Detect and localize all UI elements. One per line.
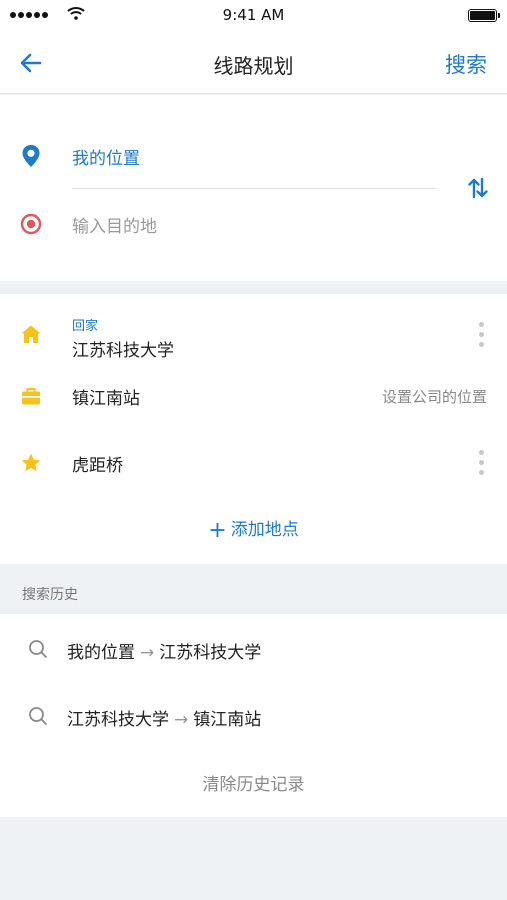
swap-route-button[interactable]	[465, 175, 491, 201]
place-company[interactable]: 镇江南站 设置公司的位置	[0, 366, 507, 424]
arrow-right-icon: →	[174, 710, 189, 730]
place-favorite[interactable]: 虎距桥	[0, 434, 507, 492]
set-company-link[interactable]: 设置公司的位置	[382, 386, 487, 407]
origin-value: 我的位置	[72, 149, 140, 169]
history-from: 我的位置	[67, 643, 135, 663]
target-dot-icon	[20, 213, 42, 235]
status-time: 9:41 AM	[222, 6, 285, 24]
place-home[interactable]: 回家 江苏科技大学	[0, 302, 507, 366]
battery-icon	[468, 9, 500, 22]
location-pin-icon	[22, 145, 40, 167]
history-from: 江苏科技大学	[67, 710, 169, 730]
home-more-button[interactable]	[479, 322, 485, 347]
company-place-name: 镇江南站	[72, 389, 140, 409]
back-button[interactable]	[14, 48, 48, 78]
status-bar: 9:41 AM	[0, 0, 507, 30]
history-to: 镇江南站	[193, 710, 262, 730]
clear-history-button[interactable]: 清除历史记录	[0, 770, 507, 795]
history-to: 江苏科技大学	[159, 643, 262, 663]
plus-icon: +	[208, 518, 227, 543]
search-history-card: 我的位置 → 江苏科技大学 江苏科技大学 → 镇江南站 清除历史记录	[0, 614, 507, 817]
star-icon	[21, 453, 41, 472]
briefcase-icon	[22, 388, 40, 405]
origin-field[interactable]: 我的位置	[0, 129, 440, 181]
home-icon	[21, 325, 41, 343]
favorite-more-button[interactable]	[479, 450, 485, 475]
navigation-bar: 线路规划 搜索	[0, 30, 507, 94]
history-item[interactable]: 江苏科技大学 → 镇江南站	[0, 685, 507, 745]
route-input-card: 我的位置 输入目的地	[0, 95, 507, 281]
search-icon	[29, 707, 47, 725]
route-divider	[72, 188, 437, 189]
home-place-name: 江苏科技大学	[72, 341, 174, 361]
history-section-header: 搜索历史	[22, 587, 78, 603]
home-tag: 回家	[72, 319, 99, 334]
favorite-place-name: 虎距桥	[72, 456, 123, 476]
destination-placeholder: 输入目的地	[72, 217, 157, 237]
page-title: 线路规划	[213, 54, 294, 78]
add-place-label: 添加地点	[230, 520, 299, 540]
saved-places-card: 回家 江苏科技大学 镇江南站 设置公司的位置 虎距桥 + 添加地点	[0, 294, 507, 564]
history-item-text: 我的位置 → 江苏科技大学	[67, 638, 261, 663]
add-place-button[interactable]: + 添加地点	[0, 515, 507, 543]
history-item[interactable]: 我的位置 → 江苏科技大学	[0, 618, 507, 678]
search-button[interactable]: 搜索	[445, 49, 487, 79]
arrow-right-icon: →	[140, 643, 155, 663]
destination-field[interactable]: 输入目的地	[0, 197, 440, 249]
search-icon	[29, 640, 47, 658]
swap-vertical-icon	[468, 177, 488, 199]
history-item-text: 江苏科技大学 → 镇江南站	[67, 705, 261, 730]
arrow-left-icon	[20, 53, 42, 73]
